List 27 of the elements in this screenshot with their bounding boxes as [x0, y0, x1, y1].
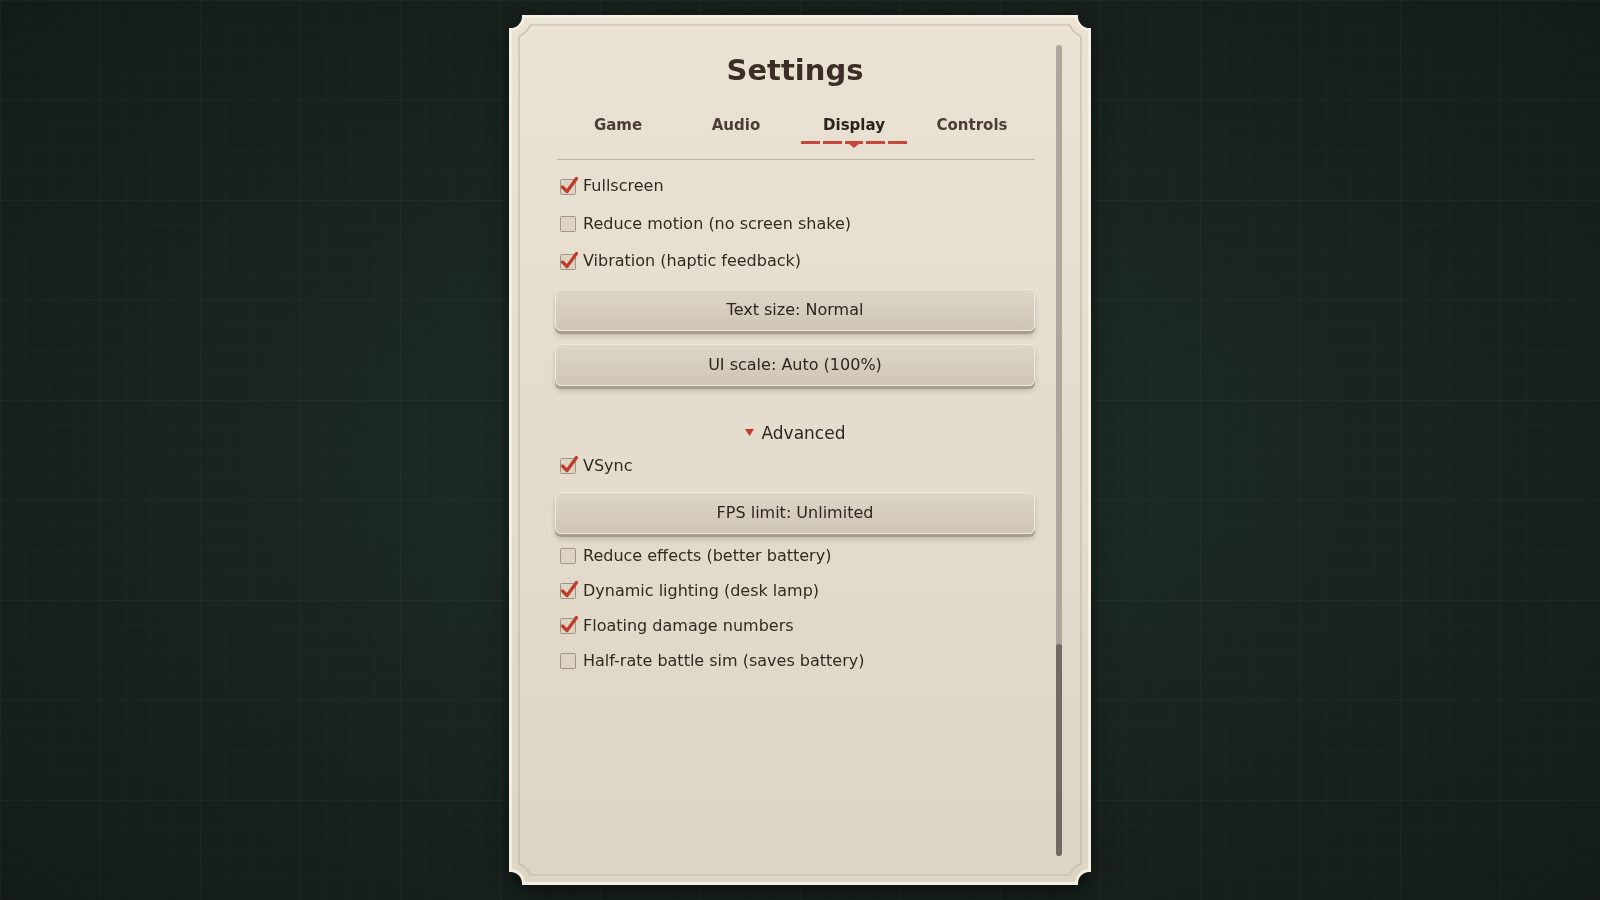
option-button[interactable]: Text size: Normal: [555, 288, 1035, 331]
tab[interactable]: Controls: [936, 115, 1008, 135]
tab[interactable]: Game: [593, 115, 643, 135]
checkbox-label: Half-rate battle sim (saves battery): [583, 650, 865, 670]
checkbox[interactable]: [559, 545, 579, 565]
tab[interactable]: Audio: [711, 115, 761, 135]
checkbox[interactable]: [559, 455, 579, 475]
tab[interactable]: Display: [801, 115, 907, 148]
section-toggle[interactable]: Advanced: [744, 420, 846, 445]
checkbox-label: VSync: [583, 455, 633, 475]
settings-title: Settings: [726, 52, 864, 89]
checkbox-label: Dynamic lighting (desk lamp): [583, 580, 820, 600]
checkbox[interactable]: [559, 615, 579, 635]
option-button[interactable]: FPS limit: Unlimited: [555, 491, 1035, 534]
checkbox[interactable]: [559, 250, 579, 271]
checkbox-label: Fullscreen: [583, 176, 664, 196]
checkbox[interactable]: [559, 213, 579, 234]
option-button[interactable]: UI scale: Auto (100%): [555, 343, 1035, 386]
checkbox[interactable]: [559, 175, 579, 196]
checkbox[interactable]: [559, 580, 579, 600]
scrollbar-thumb[interactable]: [1056, 644, 1062, 856]
checkbox[interactable]: [559, 650, 579, 670]
checkbox-label: Reduce motion (no screen shake): [583, 213, 851, 233]
checkbox-label: Reduce effects (better battery): [583, 545, 832, 565]
checkbox-label: Floating damage numbers: [583, 615, 794, 635]
tab-underline-icon: [801, 140, 907, 148]
checkbox-label: Vibration (haptic feedback): [583, 251, 801, 271]
